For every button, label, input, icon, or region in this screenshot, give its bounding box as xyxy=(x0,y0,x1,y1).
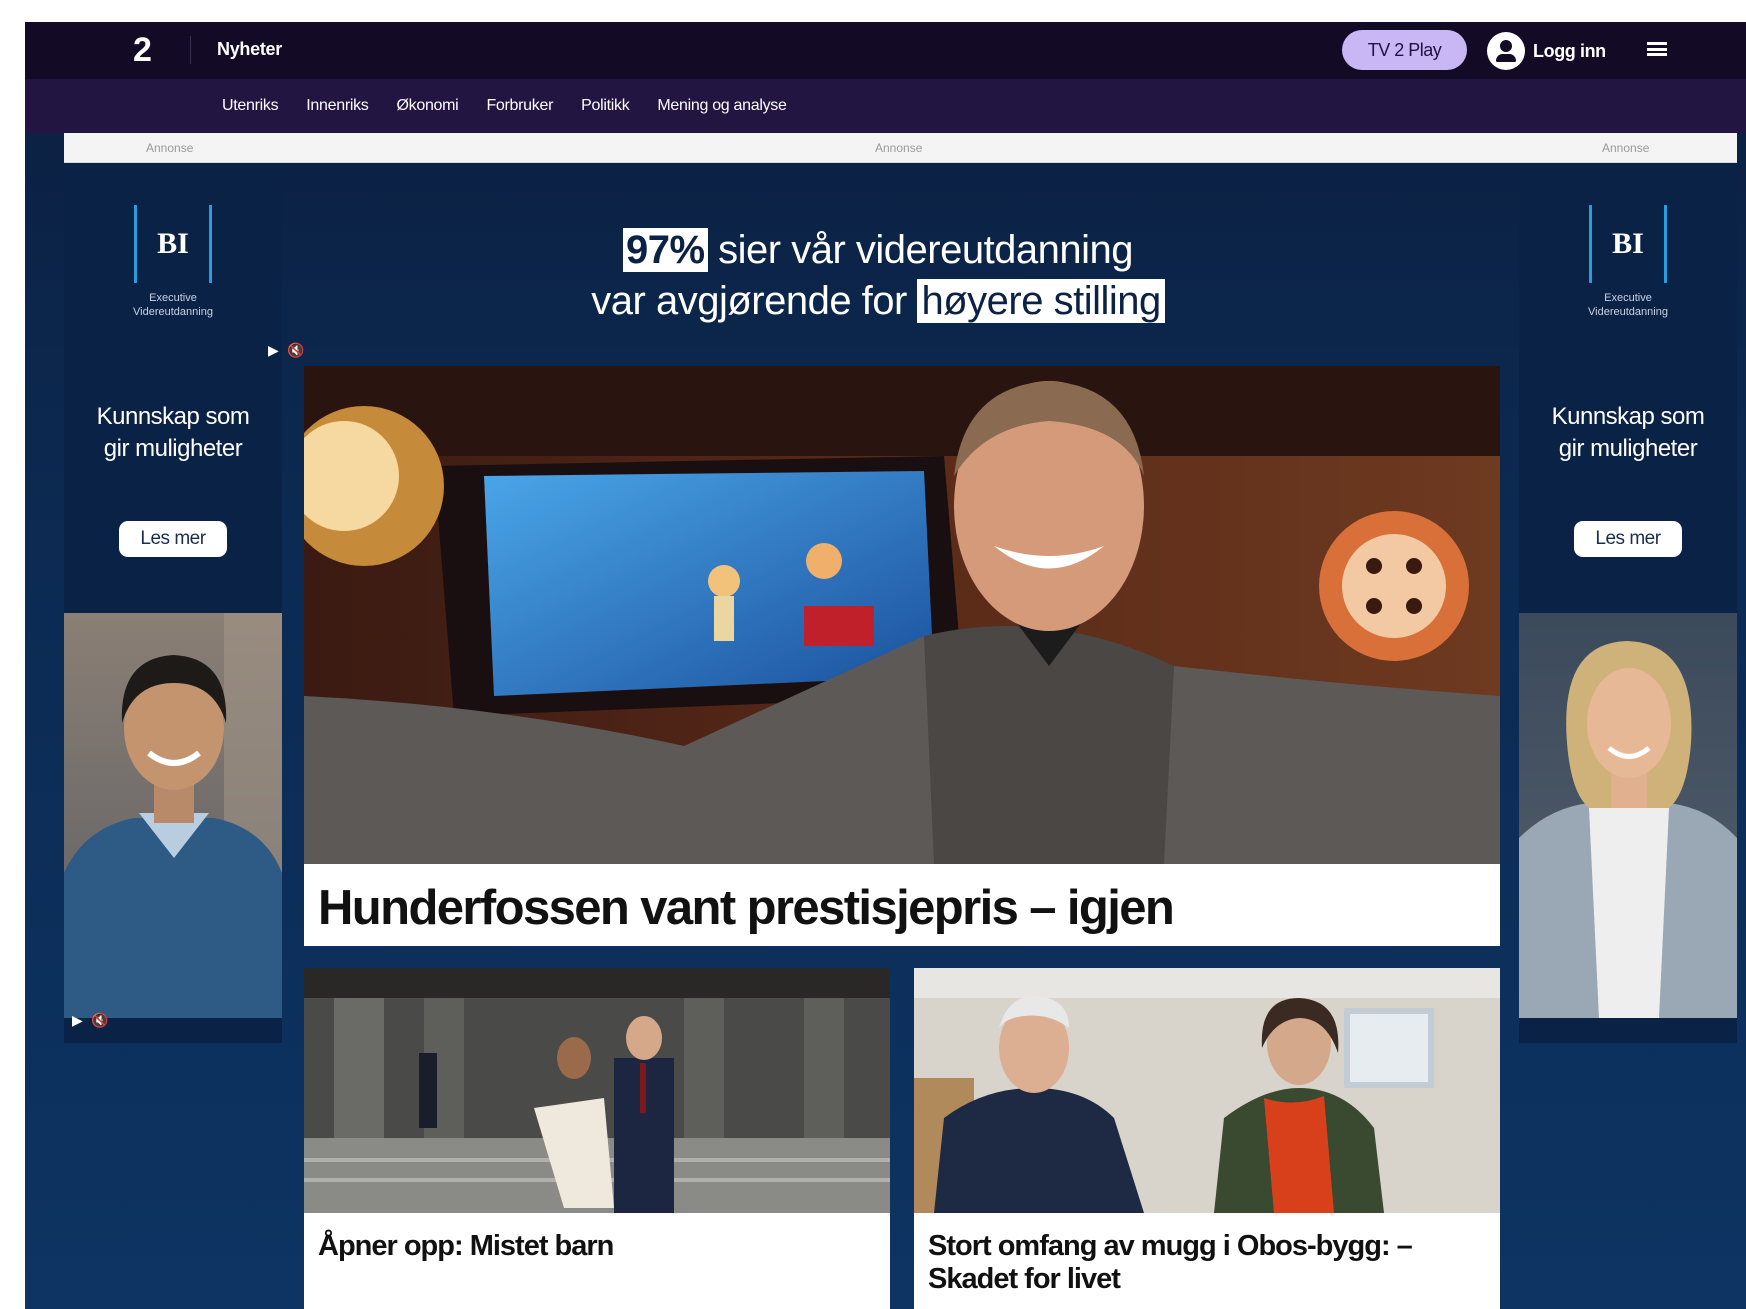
article-teaser-right[interactable]: Stort omfang av mugg i Obos-bygg: – Skad… xyxy=(914,968,1500,1309)
browser-page: 2 Nyheter TV 2 Play Logg inn Utenriks In… xyxy=(25,22,1746,1309)
ad-slogan: Kunnskap som gir muligheter xyxy=(96,403,250,462)
bi-logo: BI xyxy=(1589,205,1667,283)
bi-logo-subtitle: Executive Videreutdanning xyxy=(133,292,213,318)
user-icon xyxy=(1487,32,1525,70)
left-skyscraper-ad[interactable]: BI Executive Videreutdanning Kunnskap so… xyxy=(64,163,282,1043)
subnav-item-mening-og-analyse[interactable]: Mening og analyse xyxy=(657,97,787,115)
hamburger-menu-icon[interactable] xyxy=(1647,42,1667,56)
login-button[interactable]: Logg inn xyxy=(1487,31,1606,71)
read-more-button[interactable]: Les mer xyxy=(1574,521,1682,557)
main-article-teaser[interactable]: Hunderfossen vant prestisjepris – igjen xyxy=(304,366,1500,946)
banner-percent: 97% xyxy=(622,228,708,272)
banner-media-controls[interactable]: ▶ 🔇 xyxy=(268,343,307,359)
subnav-list: Utenriks Innenriks Økonomi Forbruker Pol… xyxy=(222,79,787,133)
subnav-item-utenriks[interactable]: Utenriks xyxy=(222,97,279,115)
top-navigation-bar: 2 Nyheter TV 2 Play Logg inn xyxy=(25,22,1746,79)
tv2-play-button[interactable]: TV 2 Play xyxy=(1342,30,1467,70)
ad-label-center: Annonse xyxy=(875,141,923,155)
banner-headline-line2: var avgjørende for høyere stilling xyxy=(268,279,1488,324)
subnav-item-forbruker[interactable]: Forbruker xyxy=(486,97,553,115)
tv2-logo[interactable]: 2 xyxy=(133,32,173,68)
main-article-headline[interactable]: Hunderfossen vant prestisjepris – igjen xyxy=(318,880,1175,936)
ad-media-controls[interactable]: ▶ 🔇 xyxy=(72,1013,111,1029)
main-article-image xyxy=(304,366,1500,864)
ad-label-left: Annonse xyxy=(146,141,194,155)
banner-line1-text: sier vår videreutdanning xyxy=(707,228,1134,272)
bi-logo: BI xyxy=(134,205,212,283)
subnav-item-politikk[interactable]: Politikk xyxy=(581,97,630,115)
ad-portrait-woman xyxy=(1519,613,1737,1018)
article-image-left xyxy=(304,968,890,1213)
right-skyscraper-ad[interactable]: BI Executive Videreutdanning Kunnskap so… xyxy=(1519,163,1737,1043)
section-subnav: Utenriks Innenriks Økonomi Forbruker Pol… xyxy=(25,79,1746,133)
banner-headline-line1: 97% sier vår videreutdanning xyxy=(268,228,1488,273)
login-label: Logg inn xyxy=(1533,40,1606,61)
banner-highlight: høyere stilling xyxy=(917,279,1165,323)
banner-line2-text: var avgjørende for xyxy=(591,279,918,323)
ad-slogan: Kunnskap som gir muligheter xyxy=(1551,403,1705,462)
subnav-item-okonomi[interactable]: Økonomi xyxy=(397,97,459,115)
top-banner-ad[interactable]: 97% sier vår videreutdanning var avgjøre… xyxy=(268,163,1488,368)
article-headline-right[interactable]: Stort omfang av mugg i Obos-bygg: – Skad… xyxy=(928,1230,1486,1296)
article-headline-left[interactable]: Åpner opp: Mistet barn xyxy=(318,1230,876,1263)
article-image-right xyxy=(914,968,1500,1213)
ad-portrait-man xyxy=(64,613,282,1018)
ad-label-right: Annonse xyxy=(1602,141,1650,155)
logo-divider xyxy=(190,36,191,64)
section-title-link[interactable]: Nyheter xyxy=(217,39,282,60)
bi-logo-subtitle: Executive Videreutdanning xyxy=(1588,292,1668,318)
read-more-button[interactable]: Les mer xyxy=(119,521,227,557)
article-teaser-left[interactable]: Åpner opp: Mistet barn xyxy=(304,968,890,1309)
subnav-item-innenriks[interactable]: Innenriks xyxy=(306,97,369,115)
ad-label-strip: Annonse Annonse Annonse xyxy=(64,133,1737,163)
